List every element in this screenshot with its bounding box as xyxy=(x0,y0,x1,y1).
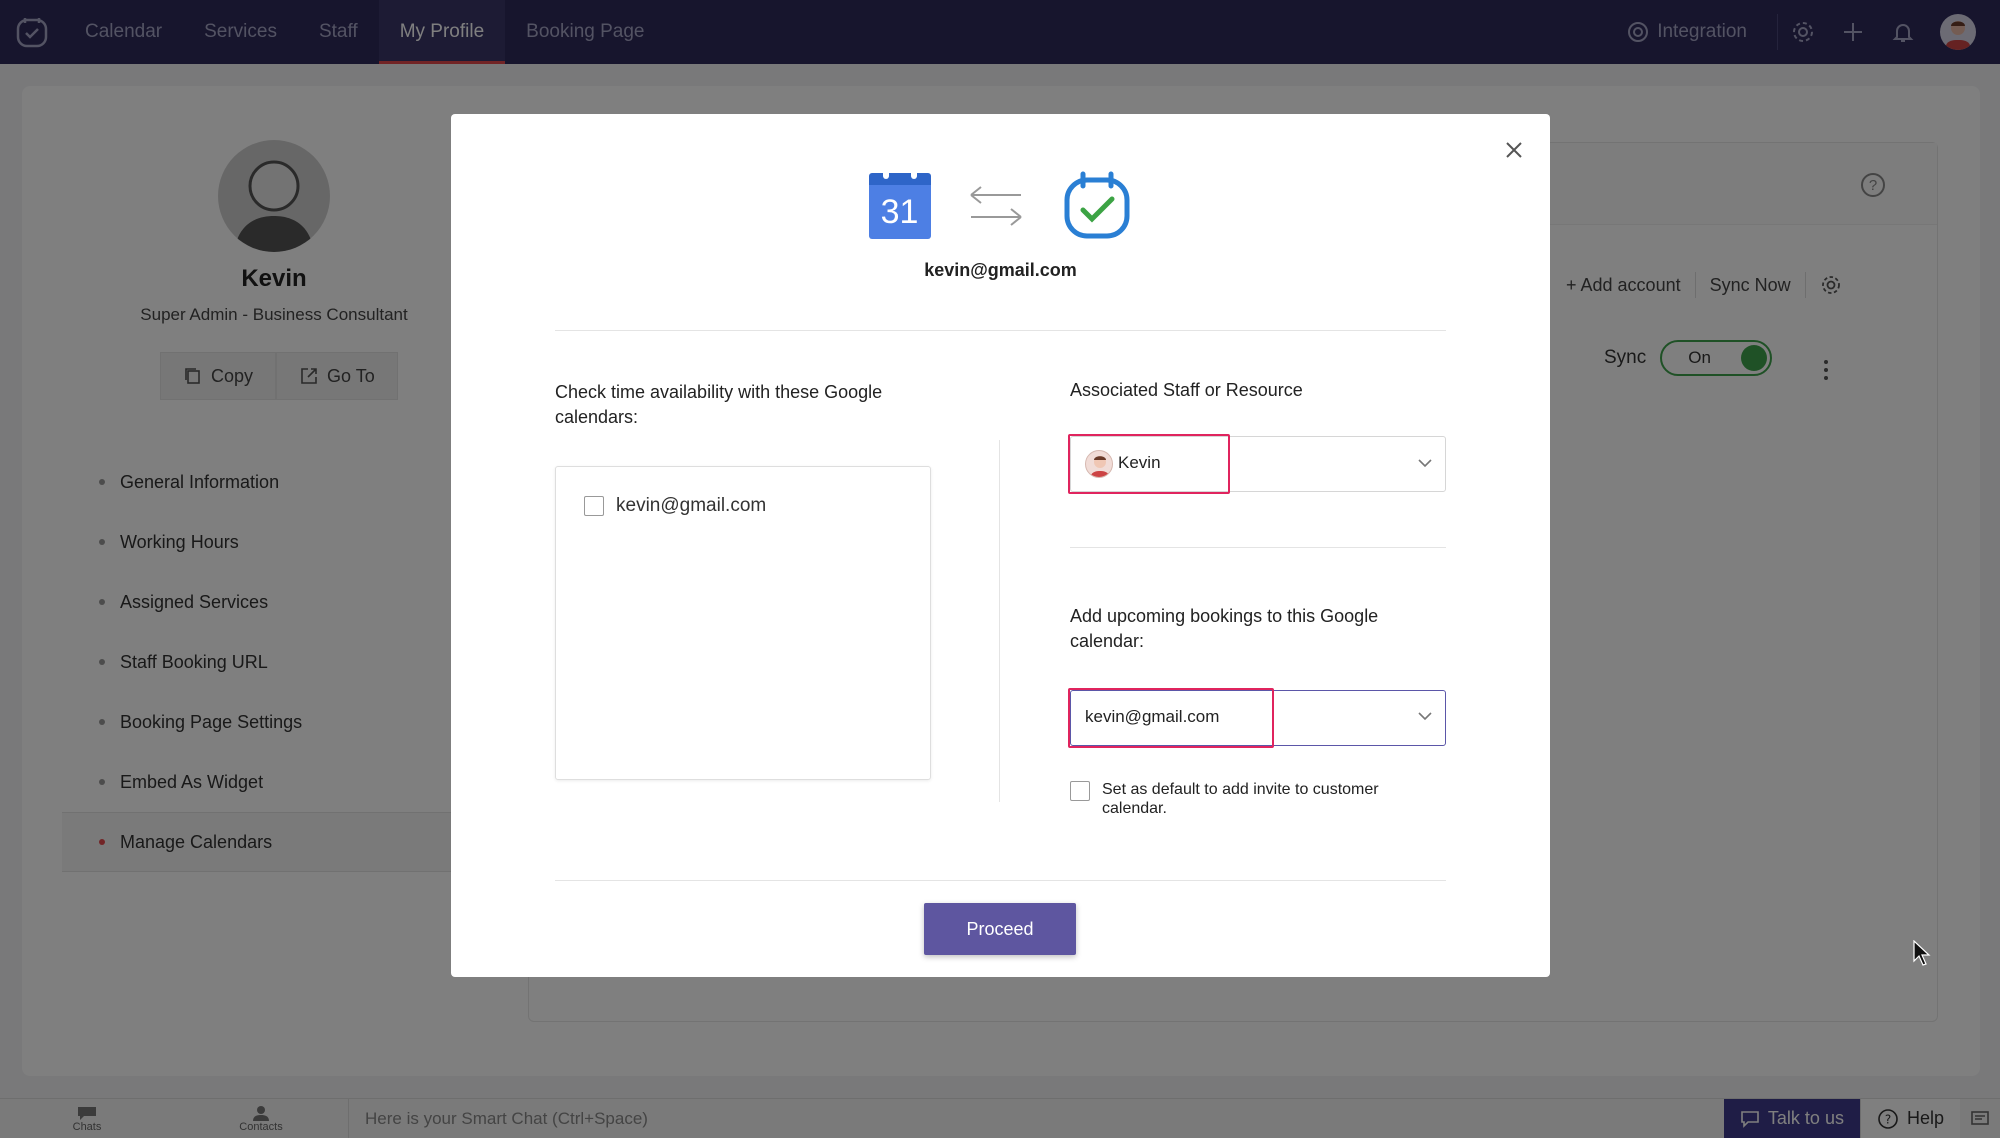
bookings-app-icon xyxy=(1064,171,1129,239)
google-calendar-icon: 31 xyxy=(868,169,931,239)
highlight-box xyxy=(1068,434,1230,494)
sync-arrows-icon xyxy=(969,186,1022,226)
divider xyxy=(555,880,1446,881)
chevron-down-icon[interactable] xyxy=(1417,710,1433,722)
google-calendar-sync-modal: 31 kevin@gmail.com Check time availabili… xyxy=(451,114,1931,977)
highlight-box xyxy=(1068,688,1274,748)
calendar-list: kevin@gmail.com xyxy=(555,466,931,780)
calendar-checkbox[interactable] xyxy=(584,496,604,516)
chevron-down-icon[interactable] xyxy=(1417,457,1433,469)
default-invite-label: Set as default to add invite to customer… xyxy=(1102,781,1379,817)
default-invite-option[interactable]: Set as default to add invite to customer… xyxy=(1070,780,1446,818)
check-availability-label: Check time availability with these Googl… xyxy=(555,382,883,427)
staff-label: Associated Staff or Resource xyxy=(1070,380,1303,400)
gcal-day: 31 xyxy=(868,185,931,239)
calendar-option-label: kevin@gmail.com xyxy=(616,495,767,516)
close-icon[interactable] xyxy=(1502,138,1526,162)
default-invite-checkbox[interactable] xyxy=(1070,781,1090,801)
divider xyxy=(1070,547,1446,548)
account-email: kevin@gmail.com xyxy=(924,260,1077,280)
mouse-cursor-icon xyxy=(1913,940,1931,966)
proceed-button[interactable]: Proceed xyxy=(924,903,1076,955)
sync-illustration: 31 xyxy=(451,169,1550,242)
bookings-calendar-label: Add upcoming bookings to this Google cal… xyxy=(1070,606,1379,651)
divider xyxy=(999,440,1000,802)
divider xyxy=(555,330,1446,331)
calendar-option[interactable]: kevin@gmail.com xyxy=(584,495,766,517)
